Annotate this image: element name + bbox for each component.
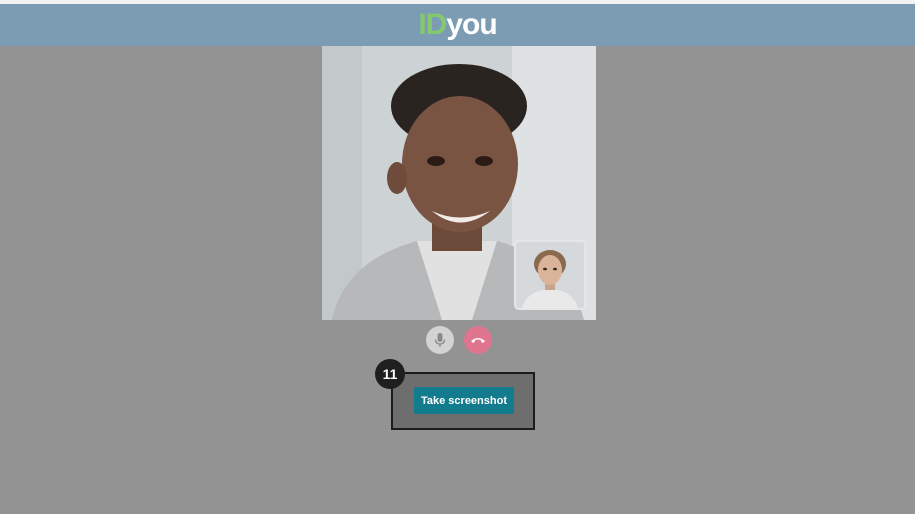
self-view-video	[514, 240, 586, 310]
step-number-badge: 11	[375, 359, 405, 389]
logo-you-text: you	[446, 8, 497, 41]
idyou-logo: IDyou	[418, 8, 497, 41]
take-screenshot-button[interactable]: Take screenshot	[414, 387, 514, 414]
end-call-button[interactable]	[464, 326, 492, 354]
header-bar: IDyou	[0, 4, 915, 46]
logo-id-text: ID	[418, 8, 447, 41]
local-participant-image	[516, 242, 584, 308]
microphone-button[interactable]	[426, 326, 454, 354]
microphone-icon	[434, 333, 446, 347]
phone-hangup-icon	[471, 338, 485, 343]
